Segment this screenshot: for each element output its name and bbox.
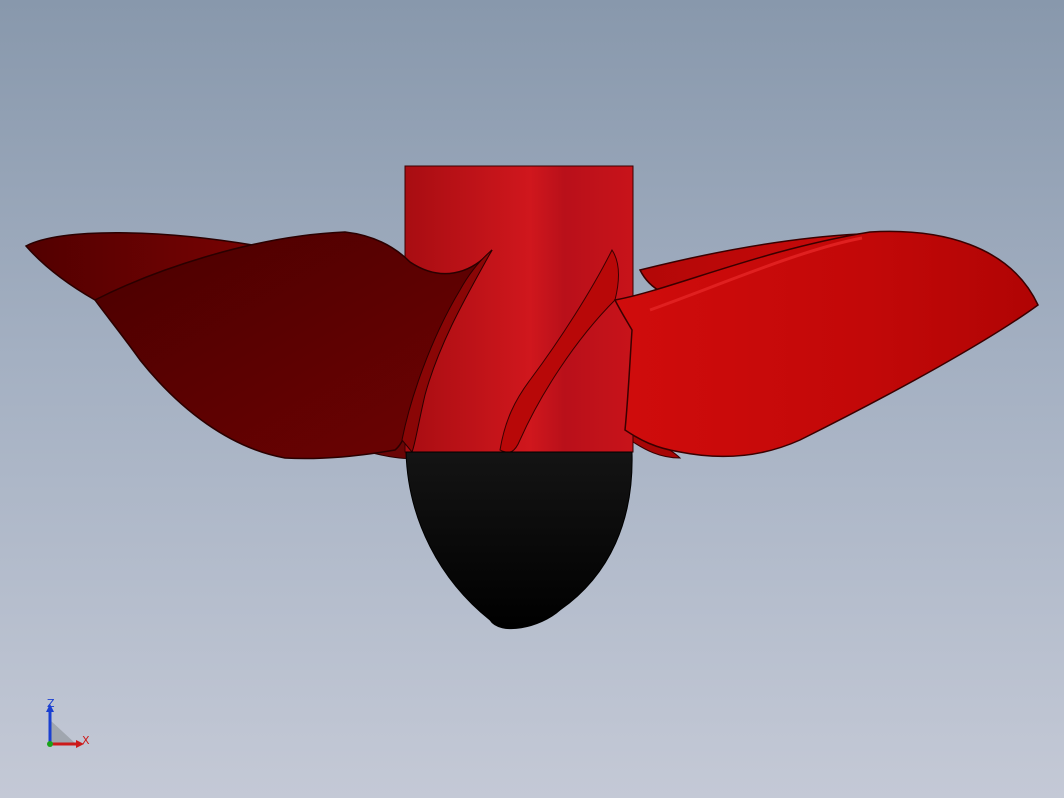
triad-x-label: X	[82, 734, 90, 747]
triad-plane	[50, 720, 76, 744]
origin-dot	[47, 741, 53, 747]
propeller-model[interactable]	[0, 0, 1064, 798]
triad-z-label: Z	[47, 697, 55, 710]
3d-viewport[interactable]: Z X	[0, 0, 1064, 798]
view-triad[interactable]: Z X	[40, 696, 100, 756]
spinner-cone	[405, 451, 633, 630]
